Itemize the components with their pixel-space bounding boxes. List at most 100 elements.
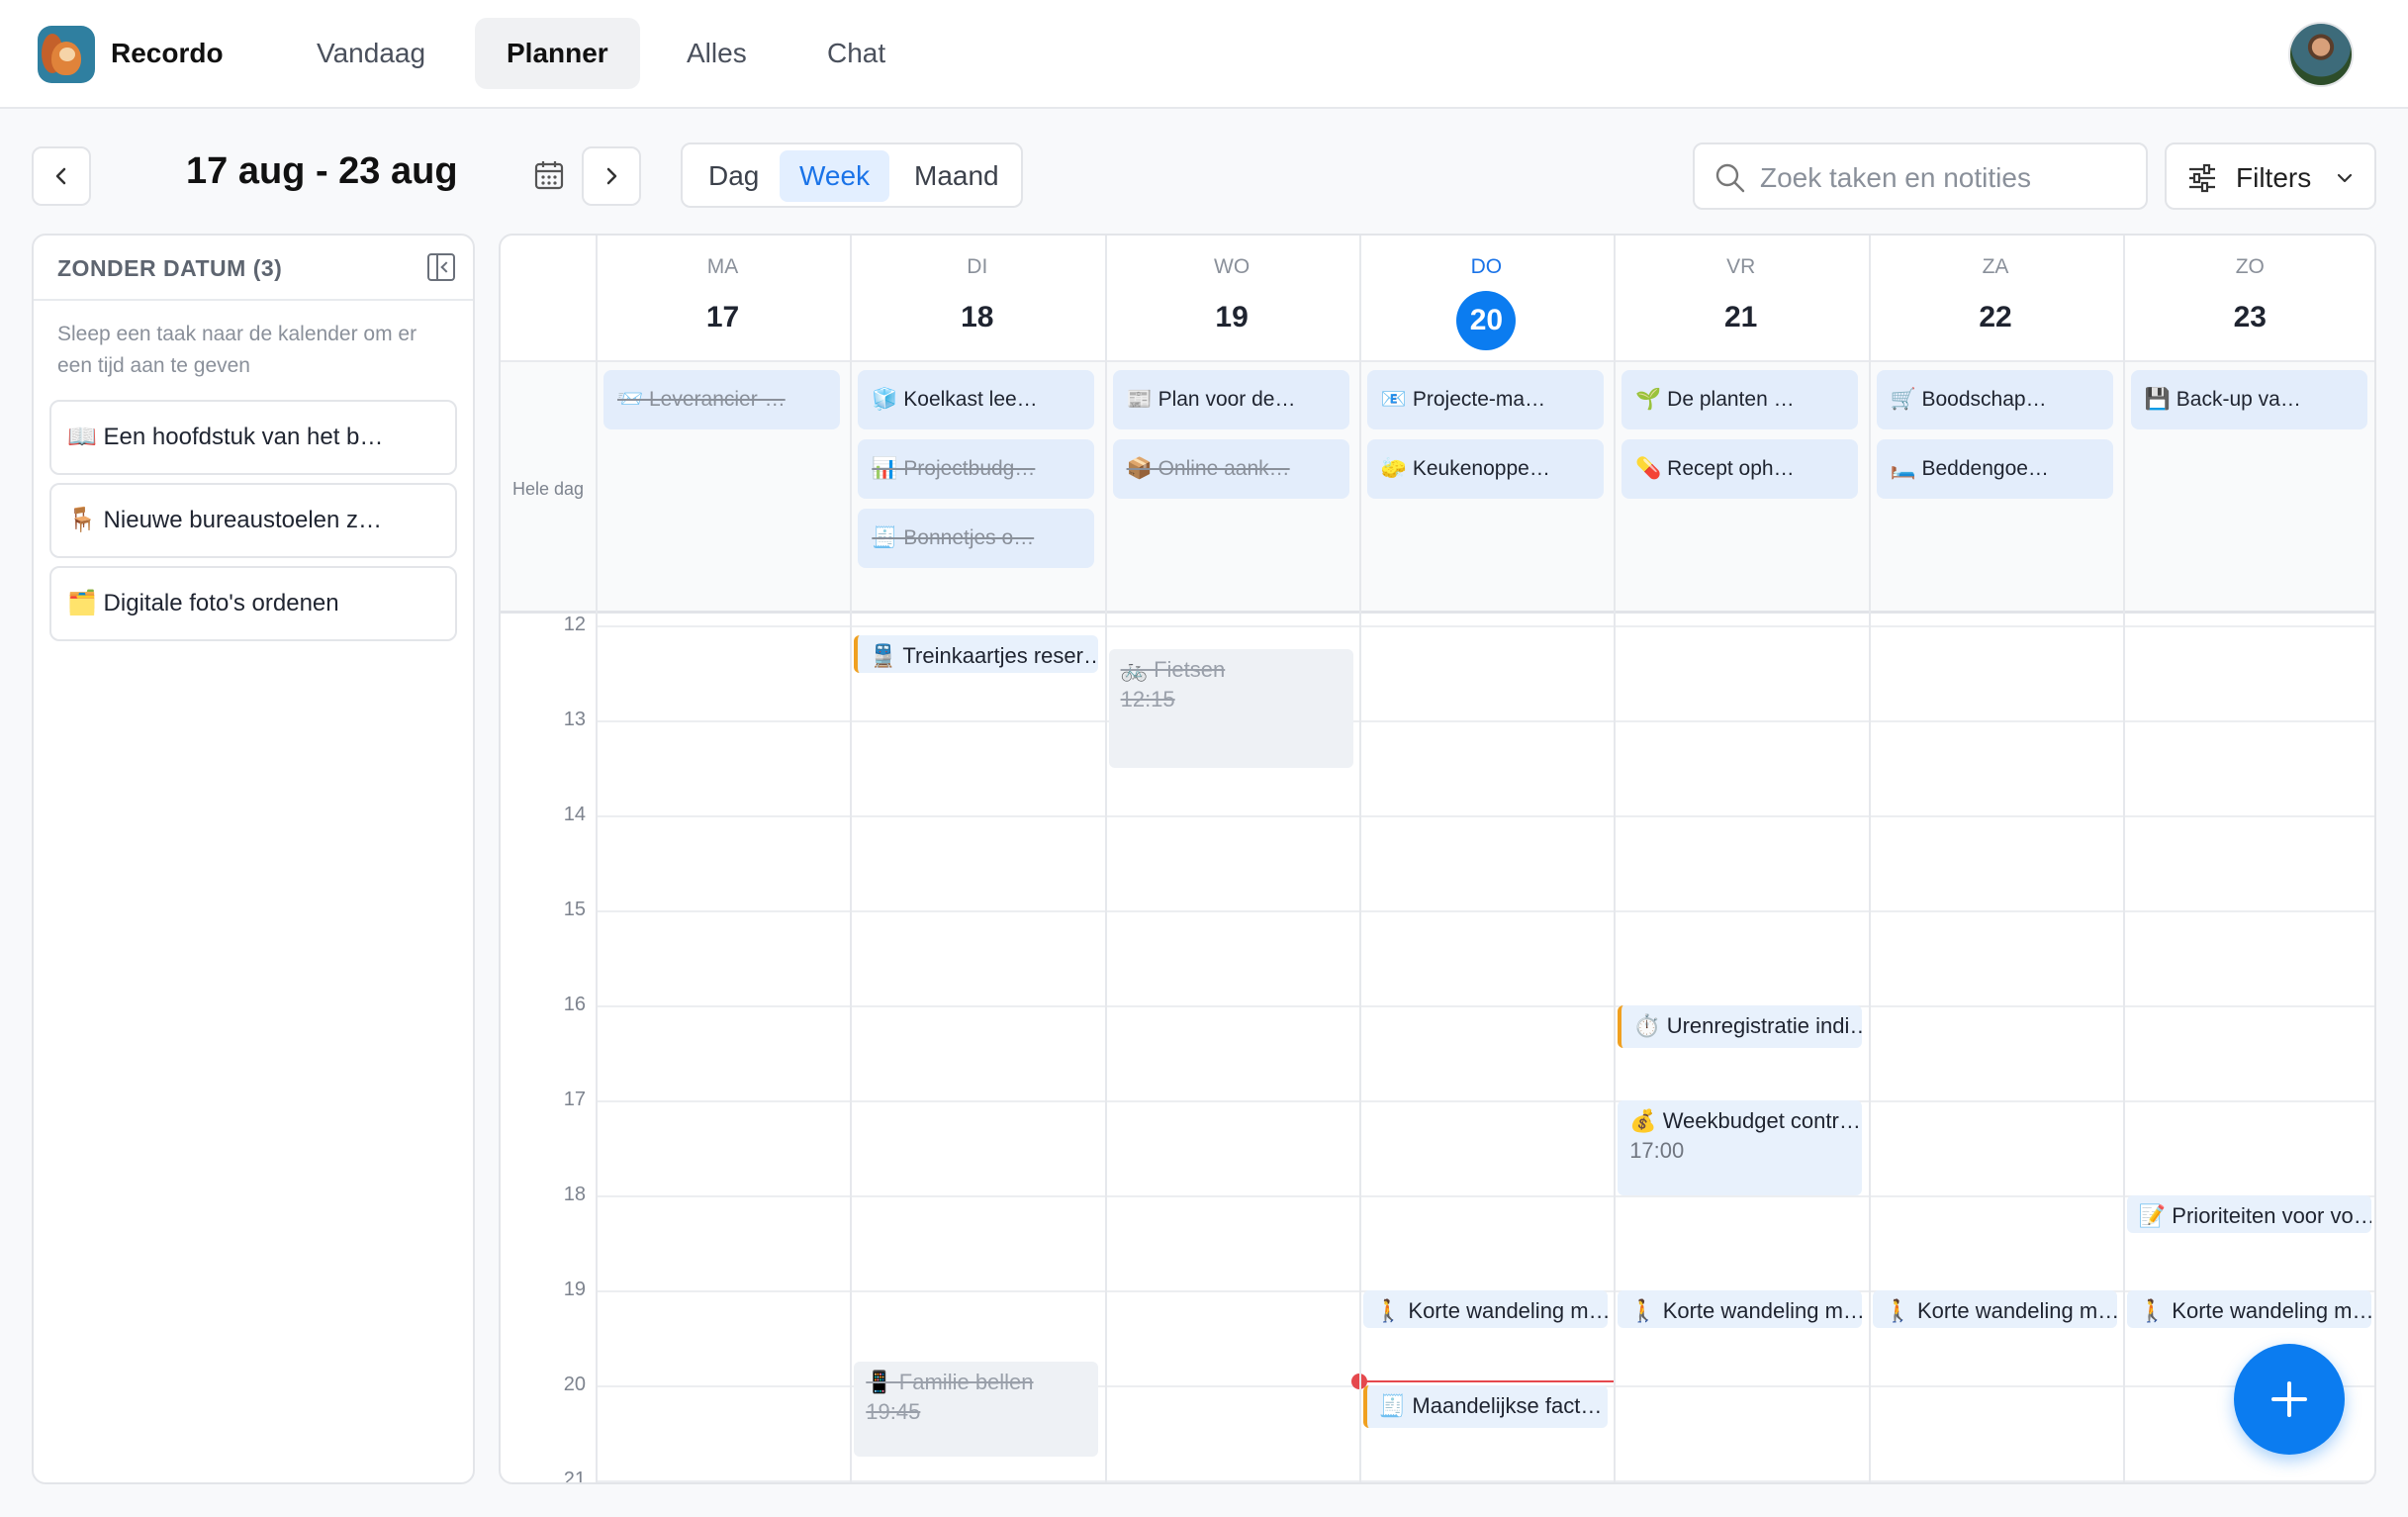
hour-label: 12 [563, 614, 586, 635]
nav-chat[interactable]: Chat [795, 18, 917, 89]
day-header[interactable]: ZA 22 [1869, 236, 2123, 362]
day-header[interactable]: DO 20 [1359, 236, 1614, 362]
all-day-task[interactable]: 📧 Projecte-ma… [1366, 370, 1604, 429]
hour-line [596, 625, 2374, 627]
calendar-picker-icon[interactable] [532, 158, 566, 192]
calendar-event[interactable]: 🚶 Korte wandeling m… [2126, 1290, 2371, 1329]
all-day-task[interactable]: 🛏️ Beddengoe… [1876, 439, 2113, 499]
day-date: 18 [961, 301, 994, 333]
calendar-event[interactable]: 💰 Weekbudget contr… 17:00 [1618, 1100, 1863, 1195]
hour-label: 15 [563, 899, 586, 920]
event-title: 📱 Familie bellen [866, 1370, 1034, 1394]
all-day-task[interactable]: 💾 Back-up va… [2130, 370, 2367, 429]
event-title: 🚶 Korte wandeling m… [1374, 1298, 1608, 1323]
event-title: 🚶 Korte wandeling m… [1884, 1298, 2117, 1323]
event-title: 🧾 Maandelijkse fact… [1378, 1393, 1603, 1418]
unscheduled-task[interactable]: 🗂️ Digitale foto's ordenen [49, 566, 457, 641]
day-date: 17 [705, 301, 740, 333]
hour-label: 21 [563, 1469, 586, 1484]
unscheduled-task[interactable]: 🪑 Nieuwe bureaustoelen z… [49, 483, 457, 558]
hour-line [596, 1195, 2374, 1197]
view-switch: Dag Week Maand [681, 142, 1023, 208]
nav-vandaag[interactable]: Vandaag [285, 18, 457, 89]
hour-line [596, 720, 2374, 722]
event-time: 12:15 [1120, 687, 1175, 711]
calendar-event[interactable]: 🚲 Fietsen 12:15 [1108, 649, 1353, 768]
event-title: 🚶 Korte wandeling m… [1629, 1298, 1863, 1323]
sliders-icon [2189, 163, 2215, 193]
filters-button[interactable]: Filters [2165, 142, 2376, 210]
day-divider [1868, 236, 1871, 1482]
event-title: 💰 Weekbudget contr… [1629, 1108, 1861, 1133]
calendar-event[interactable]: 🚶 Korte wandeling m… [1618, 1290, 1863, 1329]
date-range: 17 aug - 23 aug [186, 150, 458, 192]
chevron-left-icon [55, 167, 66, 185]
sidebar-title: ZONDER DATUM (3) [57, 255, 283, 281]
hour-label: 16 [563, 994, 586, 1015]
search-input[interactable]: Zoek taken en notities [1693, 142, 2148, 210]
day-header[interactable]: ZO 23 [2123, 236, 2374, 362]
nav-planner[interactable]: Planner [475, 18, 640, 89]
all-day-task[interactable]: 📦 Online aank… [1112, 439, 1349, 499]
calendar-event[interactable]: 📝 Prioriteiten voor vo… [2126, 1195, 2371, 1234]
view-maand[interactable]: Maand [894, 150, 1019, 202]
hour-label: 19 [563, 1279, 586, 1300]
chevron-right-icon [606, 167, 617, 185]
hour-line [596, 910, 2374, 912]
all-day-task[interactable]: 🧊 Koelkast lee… [858, 370, 1095, 429]
sidebar-hint: Sleep een taak naar de kalender om er ee… [57, 323, 417, 377]
day-header[interactable]: WO 19 [1105, 236, 1359, 362]
hour-line [596, 1005, 2374, 1007]
collapse-sidebar-icon[interactable] [427, 253, 455, 281]
filters-label: Filters [2236, 162, 2312, 193]
hour-label: 20 [563, 1374, 586, 1395]
all-day-task[interactable]: 📊 Projectbudg… [858, 439, 1095, 499]
calendar-event[interactable]: 📱 Familie bellen 19:45 [854, 1362, 1099, 1457]
all-day-row: Hele dag 📨 Leverancier-… 🧊 Koelkast lee… 📊… [501, 362, 2374, 614]
all-day-task[interactable]: 💊 Recept oph… [1621, 439, 1859, 499]
calendar-event[interactable]: 🚶 Korte wandeling m… [1872, 1290, 2117, 1329]
day-divider [1358, 236, 1361, 1482]
search-placeholder: Zoek taken en notities [1760, 162, 2031, 193]
day-header[interactable]: MA 17 [596, 236, 850, 362]
squirrel-logo-icon[interactable] [38, 26, 95, 83]
event-time: 19:45 [866, 1399, 921, 1424]
day-date: 23 [2233, 301, 2267, 333]
all-day-task[interactable]: 🌱 De planten … [1621, 370, 1859, 429]
calendar-event[interactable]: ⏱️ Urenregistratie indi… [1618, 1005, 1863, 1049]
unscheduled-task[interactable]: 📖 Een hoofdstuk van het b… [49, 400, 457, 475]
day-divider [1104, 236, 1107, 1482]
hour-label: 17 [563, 1089, 586, 1110]
prev-week-button[interactable] [32, 146, 91, 206]
all-day-task[interactable]: 🛒 Boodschap… [1876, 370, 2113, 429]
app-name: Recordo [111, 38, 224, 68]
top-bar: Recordo Vandaag Planner Alles Chat [0, 0, 2408, 109]
all-day-task[interactable]: 📨 Leverancier-… [603, 370, 840, 429]
day-date: 21 [1724, 301, 1758, 333]
all-day-task[interactable]: 📰 Plan voor de… [1112, 370, 1349, 429]
calendar-event[interactable]: 🚆 Treinkaartjes reser… [854, 634, 1099, 673]
calendar-event[interactable]: 🚶 Korte wandeling m… [1362, 1290, 1608, 1329]
next-week-button[interactable] [582, 146, 641, 206]
all-day-task[interactable]: 🧾 Bonnetjes o… [858, 509, 1095, 568]
current-time-line [1358, 1380, 1614, 1383]
event-time: 17:00 [1629, 1138, 1685, 1163]
all-day-task[interactable]: 🧽 Keukenoppe… [1366, 439, 1604, 499]
day-name: ZO [2235, 255, 2265, 278]
unscheduled-sidebar: ZONDER DATUM (3) Sleep een taak naar de … [32, 234, 475, 1484]
day-divider [2122, 236, 2125, 1482]
hour-line [596, 815, 2374, 817]
hour-label: 14 [563, 804, 586, 825]
calendar-event[interactable]: 🧾 Maandelijkse fact… [1362, 1385, 1608, 1429]
nav-alles[interactable]: Alles [655, 18, 779, 89]
event-title: 🚶 Korte wandeling m… [2138, 1298, 2371, 1323]
day-header[interactable]: VR 21 [1614, 236, 1868, 362]
hour-line [596, 1480, 2374, 1482]
view-dag[interactable]: Dag [689, 150, 779, 202]
day-date: 22 [1979, 301, 2012, 333]
day-header[interactable]: DI 18 [850, 236, 1104, 362]
user-avatar[interactable] [2288, 22, 2354, 87]
add-task-button[interactable] [2234, 1344, 2345, 1455]
day-divider [1614, 236, 1617, 1482]
view-week[interactable]: Week [780, 150, 890, 202]
